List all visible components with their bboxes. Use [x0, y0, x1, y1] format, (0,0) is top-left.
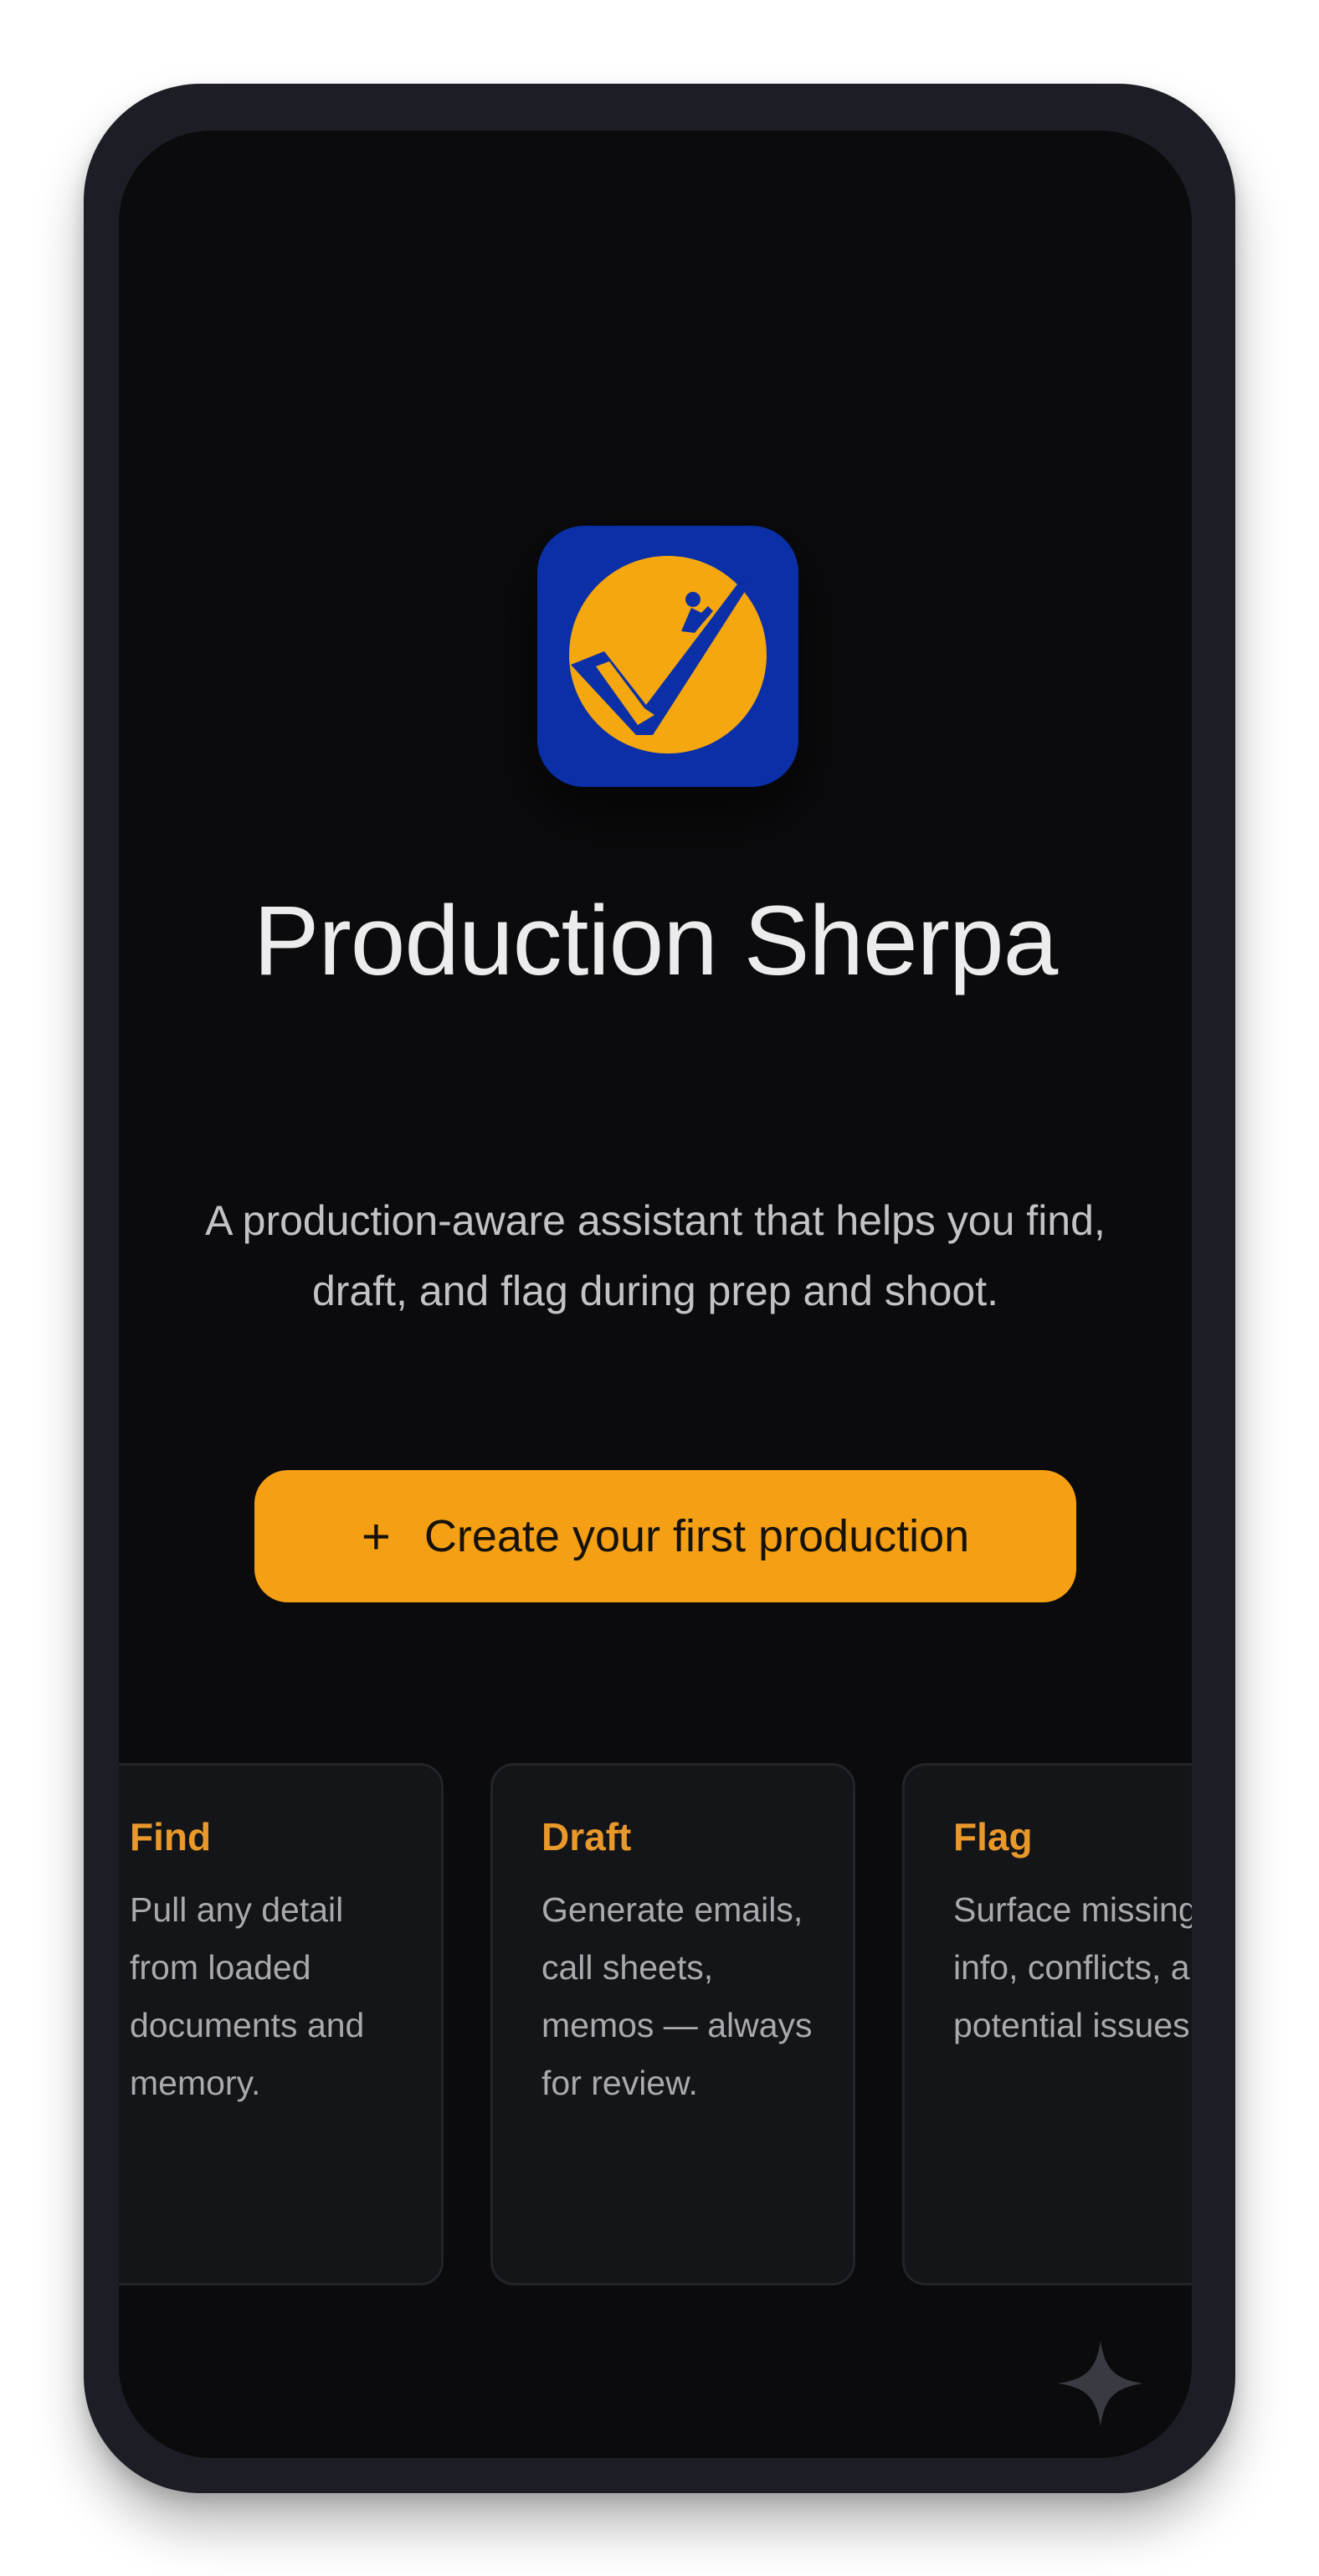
feature-card-title: Draft [541, 1815, 632, 1859]
phone-frame: Production Sherpa A production-aware ass… [84, 84, 1235, 2493]
feature-card-flag: Flag Surface missing info, conflicts, an… [902, 1763, 1192, 2285]
feature-cards-carousel[interactable]: Find Pull any detail from loaded documen… [119, 1763, 1192, 2291]
sparkle-icon[interactable] [1055, 2337, 1147, 2429]
create-production-label: Create your first production [423, 1511, 970, 1561]
feature-card-title: Find [130, 1815, 212, 1859]
app-screen: Production Sherpa A production-aware ass… [119, 131, 1192, 2458]
feature-card-draft: Draft Generate emails, call sheets, memo… [490, 1763, 855, 2285]
app-title: Production Sherpa [253, 886, 1058, 996]
tagline-line-2: draft, and flag during prep and shoot. [311, 1267, 999, 1314]
app-logo-icon [537, 526, 798, 787]
feature-card-title: Flag [953, 1815, 1033, 1859]
feature-card-body: Generate emails, call sheets, memos — al… [541, 1890, 813, 2102]
app-tagline: A production-aware assistant that helps … [119, 1185, 1192, 1326]
tagline-line-1: A production-aware assistant that helps … [205, 1197, 1106, 1244]
plus-icon: + [361, 1508, 391, 1565]
create-production-button[interactable]: + Create your first production [254, 1470, 1076, 1602]
feature-card-body: Surface missing info, conflicts, and pot… [953, 1890, 1192, 2044]
feature-card-find: Find Pull any detail from loaded documen… [119, 1763, 444, 2285]
feature-card-body: Pull any detail from loaded documents an… [130, 1890, 365, 2102]
